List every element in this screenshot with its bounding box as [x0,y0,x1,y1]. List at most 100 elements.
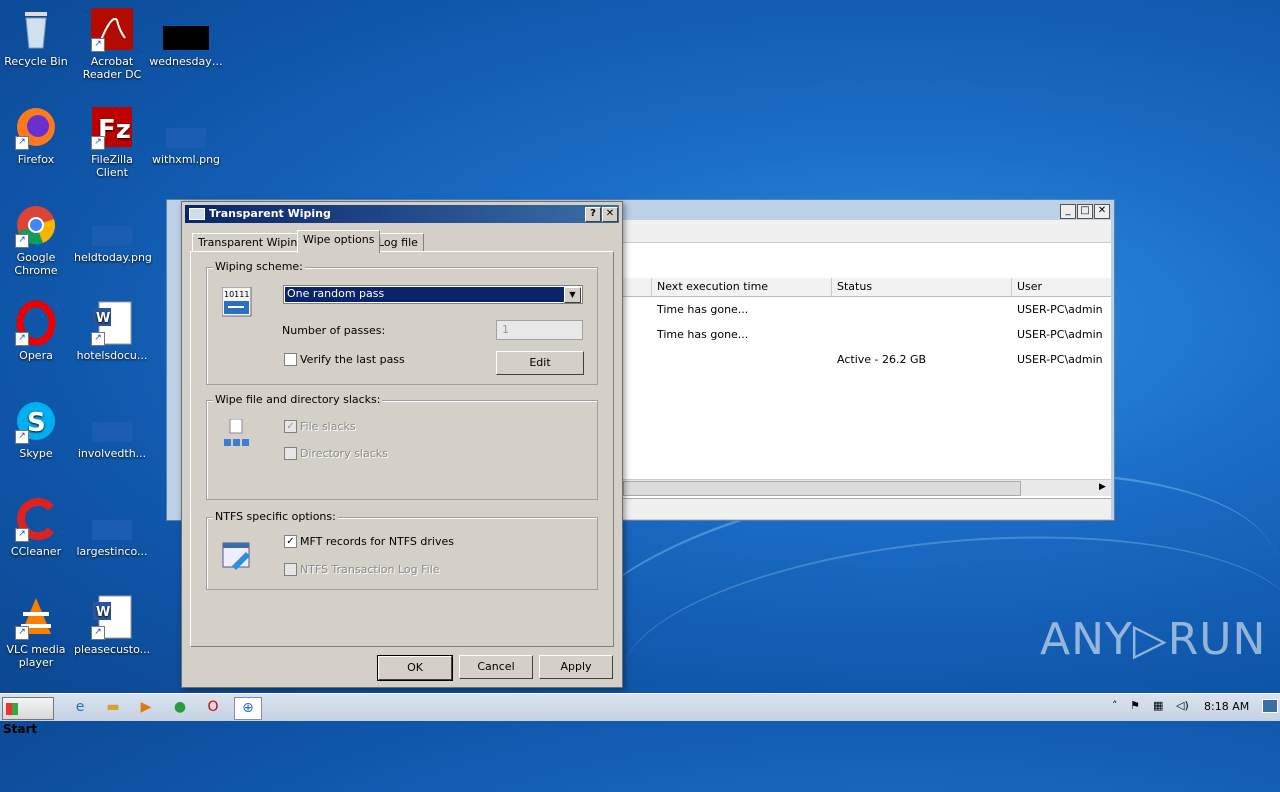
app-taskbar-icon[interactable]: ⊕ [234,697,262,720]
svg-text:W: W [96,311,110,326]
window-icon [189,208,205,220]
explorer-folder-icon[interactable]: ▬ [100,697,126,718]
chrome-icon: ↗ [13,202,59,248]
slacks-legend: Wipe file and directory slacks: [213,393,383,406]
image-file-icon [89,398,135,444]
ntfs-drive-icon [222,540,252,570]
filezilla-icon: Fz ↗ [89,104,135,150]
taskbar: Start e ▬ ▶ ● O ⊕ ˄ ⚑ ▦ ◁) 8:18 AM [0,693,1280,736]
ntfs-log-label: NTFS Transaction Log File [300,563,440,576]
desktop-icon-chrome[interactable]: ↗ Google Chrome [0,202,74,277]
file-slacks-label: File slacks [300,420,356,433]
maximize-button[interactable]: □ [1077,204,1093,219]
acrobat-icon: ↗ [89,6,135,52]
desktop-icon-involvedth[interactable]: involvedth... [74,398,150,460]
scroll-thumb[interactable] [623,481,1021,496]
word-doc-icon: W ↗ [89,594,135,640]
start-button[interactable]: Start [2,697,54,736]
status-bar [623,498,1111,519]
tab-wipe-options[interactable]: Wipe options [297,230,381,253]
close-button[interactable]: ✕ [602,207,618,222]
action-center-flag-icon[interactable]: ⚑ [1130,699,1140,712]
image-file-icon [163,104,209,150]
dialog-title: Transparent Wiping [209,207,331,220]
minimize-button[interactable]: _ [1060,204,1076,219]
firefox-icon: ↗ [13,104,59,150]
ntfs-log-checkbox[interactable] [284,563,297,576]
column-user[interactable]: User [1011,278,1112,296]
mft-records-checkbox[interactable]: ✓ [284,535,297,548]
wiping-scheme-legend: Wiping scheme: [213,260,305,273]
clock[interactable]: 8:18 AM [1204,700,1249,713]
horizontal-scrollbar[interactable]: ▶ [623,479,1111,496]
icon-binary-text: 10111 [224,290,249,299]
passes-label: Number of passes: [282,324,386,337]
wiping-scheme-group: Wiping scheme: 10111 One random pass ▼ N… [206,260,598,385]
file-tree-icon [222,418,252,449]
desktop-icon-pleasecusto[interactable]: W ↗ pleasecusto... [74,594,150,656]
desktop-icon-skype[interactable]: S ↗ Skype [0,398,74,460]
recycle-bin-icon [13,6,59,52]
desktop-icon-withxml[interactable]: withxml.png [148,104,224,166]
ntfs-legend: NTFS specific options: [213,510,338,523]
transparent-wiping-dialog: Transparent Wiping ? ✕ Transparent Wipin… [181,201,623,688]
vlc-icon: ↗ [13,594,59,640]
media-player-icon[interactable]: ▶ [133,697,159,718]
desktop-icon-hotelsdocu[interactable]: W ↗ hotelsdocu... [74,300,150,362]
word-doc-icon: W ↗ [89,300,135,346]
row-user: USER-PC\admin [1017,353,1103,366]
task-list-panel [623,220,1111,516]
directory-slacks-label: Directory slacks [300,447,388,460]
desktop-icon-opera[interactable]: ↗ Opera [0,300,74,362]
ok-button[interactable]: OK [377,655,453,681]
desktop-icon-firefox[interactable]: ↗ Firefox [0,104,74,166]
desktop-icon-ccleaner[interactable]: ↗ CCleaner [0,496,74,558]
file-slacks-checkbox[interactable]: ✓ [284,420,297,433]
desktop-icon-filezilla[interactable]: Fz ↗ FileZilla Client [74,104,150,179]
column-next-execution[interactable]: Next execution time [651,278,832,296]
desktop-icon-recycle-bin[interactable]: Recycle Bin [0,6,74,68]
skype-icon: S ↗ [13,398,59,444]
desktop-icon-wednesday[interactable]: wednesday… [148,6,224,68]
opera-icon: ↗ [13,300,59,346]
passes-value: 1 [502,323,509,336]
toolbar [623,220,1111,243]
tab-transparent-wiping[interactable]: Transparent Wiping [192,233,311,252]
opera-taskbar-icon[interactable]: O [200,697,226,718]
passes-stepper[interactable]: 1 [496,320,583,340]
chrome-taskbar-icon[interactable]: ● [167,697,193,718]
close-button[interactable]: ✕ [1094,204,1110,219]
mft-records-label: MFT records for NTFS drives [300,535,454,548]
list-header: Next execution time Status User [623,278,1111,297]
desktop-icon-vlc[interactable]: ↗ VLC media player [0,594,74,669]
chevron-down-icon[interactable]: ▼ [564,287,581,303]
help-button[interactable]: ? [585,207,601,222]
ie-icon[interactable]: e [67,697,93,718]
edit-button[interactable]: Edit [496,351,584,375]
volume-icon[interactable]: ◁) [1176,699,1189,712]
row-next-time: Time has gone... [657,328,749,341]
image-file-icon [89,496,135,542]
directory-slacks-checkbox[interactable] [284,447,297,460]
verify-last-pass-checkbox[interactable] [284,353,297,366]
wiping-scheme-selected: One random pass [285,287,564,302]
wiping-scheme-select[interactable]: One random pass ▼ [283,285,583,304]
column-status[interactable]: Status [831,278,1012,296]
image-file-icon [89,202,135,248]
wipe-options-panel: Wiping scheme: 10111 One random pass ▼ N… [190,251,614,647]
dialog-titlebar[interactable]: Transparent Wiping ? ✕ [185,205,619,223]
network-icon[interactable]: ▦ [1153,699,1163,712]
desktop-icon-acrobat[interactable]: ↗ Acrobat Reader DC [74,6,150,81]
anyrun-watermark: ANY▷RUN [1040,614,1267,665]
file-icon [163,6,209,52]
desktop-icon-heldtoday[interactable]: heldtoday.png [74,202,152,264]
cancel-button[interactable]: Cancel [459,655,533,679]
tray-expand-icon[interactable]: ˄ [1112,699,1118,712]
show-desktop-icon[interactable] [1262,699,1278,713]
svg-text:W: W [96,605,110,620]
slacks-group: Wipe file and directory slacks: ✓ File s… [206,393,598,500]
apply-button[interactable]: Apply [539,655,613,679]
scroll-right-arrow[interactable]: ▶ [1096,481,1109,494]
row-user: USER-PC\admin [1017,303,1103,316]
desktop-icon-largestinco[interactable]: largestinco... [74,496,150,558]
